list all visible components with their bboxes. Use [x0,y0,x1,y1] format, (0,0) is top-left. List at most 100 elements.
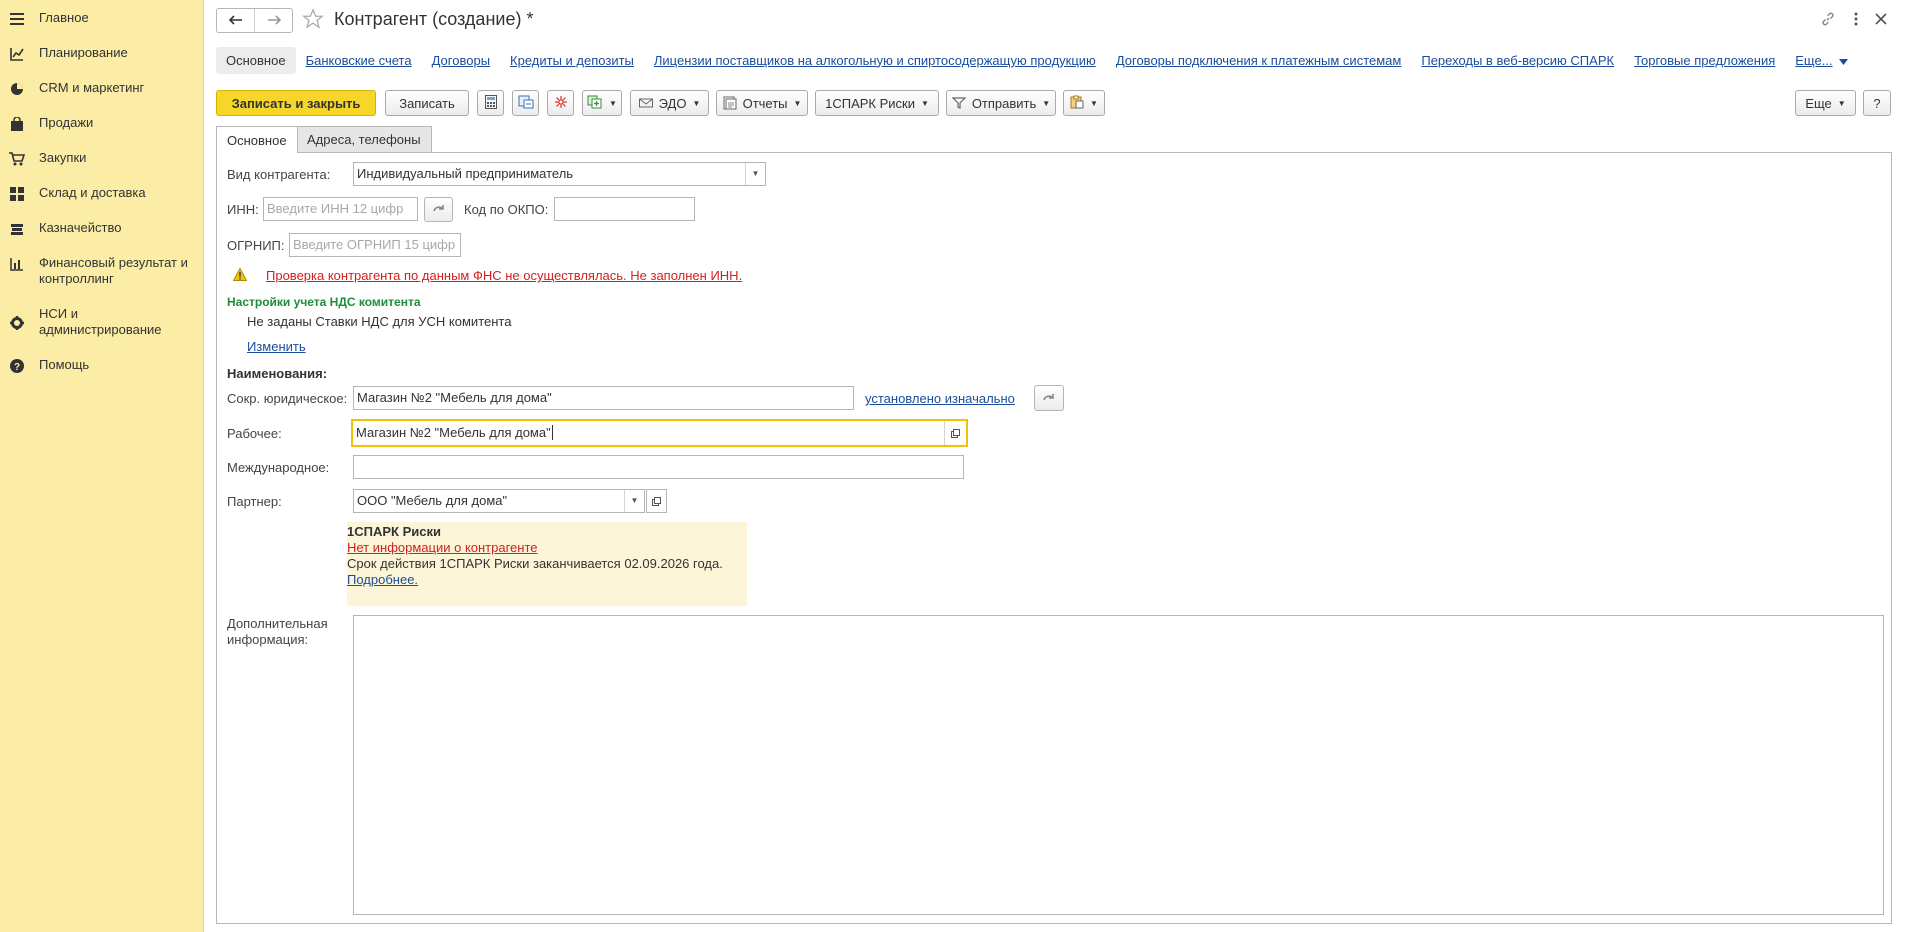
related-documents-icon [554,95,568,112]
short-name-status-link[interactable]: установлено изначально [865,391,1015,406]
fns-check-warning-link[interactable]: Проверка контрагента по данным ФНС не ос… [266,268,742,283]
links-more[interactable]: Еще... [1795,53,1832,68]
sidebar-item-sales[interactable]: Продажи [0,115,204,132]
work-name-value: Магазин №2 "Мебель для дома" [356,425,551,440]
sidebar-item-label: Финансовый результат и контроллинг [39,255,188,286]
link-main-active[interactable]: Основное [216,46,296,74]
page-title: Контрагент (создание) * [334,9,534,29]
open-form-icon[interactable] [944,421,966,445]
sidebar-item-main[interactable]: Главное [0,10,204,27]
link-icon[interactable] [1819,10,1837,28]
caret-down-icon: ▼ [1090,98,1098,108]
arrow-right-icon [267,13,281,28]
main-area: Контрагент (создание) * Основное Банковс… [204,0,1907,932]
work-name-input[interactable]: Магазин №2 "Мебель для дома" [351,419,968,447]
close-icon[interactable] [1872,10,1890,28]
edo-icon [638,97,653,109]
kind-select[interactable]: Индивидуальный предприниматель ▼ [353,162,766,186]
history-nav [216,8,293,33]
okpo-label: Код по ОКПО: [464,202,549,217]
sidebar-item-label: Казначейство [39,220,122,235]
intl-name-label: Международное: [227,460,330,475]
send-icon [951,97,966,109]
spark-more-link[interactable]: Подробнее. [347,572,747,588]
tab-addresses[interactable]: Адреса, телефоны [296,126,432,152]
triangle-down-icon[interactable] [1838,53,1848,68]
save-and-close-button[interactable]: Записать и закрыть [216,90,376,116]
spark-risks-panel: 1СПАРК Риски Нет информации о контрагент… [347,522,747,606]
kind-label: Вид контрагента: [227,167,331,182]
link-payment-contracts[interactable]: Договоры подключения к платежным система… [1116,53,1402,68]
shopping-bag-icon [9,116,25,132]
sidebar-item-label: Главное [39,10,89,25]
link-contracts[interactable]: Договоры [432,53,490,68]
dropdown-icon[interactable]: ▼ [624,490,644,512]
spark-risks-button[interactable]: 1СПАРК Риски ▼ [815,90,939,116]
ogrnip-input[interactable]: Введите ОГРНИП 15 цифр [289,233,461,257]
create-based-on-button[interactable]: ▼ [582,90,622,116]
link-licenses[interactable]: Лицензии поставщиков на алкогольную и сп… [654,53,1096,68]
sidebar: Главное Планирование CRM и маркетинг Про… [0,0,204,932]
link-trade-offers[interactable]: Торговые предложения [1634,53,1775,68]
document-structure-button[interactable] [512,90,539,116]
calculator-button[interactable] [477,90,504,116]
help-icon: ? [9,358,25,374]
caret-down-icon: ▼ [609,98,617,108]
short-name-input[interactable]: Магазин №2 "Мебель для дома" [353,386,854,410]
reports-button[interactable]: Отчеты ▼ [716,90,808,116]
pie-chart-icon [9,81,25,97]
tab-main[interactable]: Основное [216,126,298,153]
sidebar-item-help[interactable]: ? Помощь [0,357,204,374]
send-button[interactable]: Отправить ▼ [946,90,1056,116]
partner-select[interactable]: ООО "Мебель для дома" ▼ [353,489,645,513]
sidebar-item-warehouse[interactable]: Склад и доставка [0,185,204,202]
print-clipboard-icon [1070,95,1084,112]
sidebar-item-finance[interactable]: Финансовый результат и контроллинг [0,255,204,287]
extra-info-textarea[interactable] [353,615,1884,915]
vat-change-link[interactable]: Изменить [247,339,306,354]
okpo-input[interactable] [554,197,695,221]
link-bank-accounts[interactable]: Банковские счета [306,53,412,68]
inn-label: ИНН: [227,202,259,217]
caret-down-icon: ▼ [920,98,929,108]
save-button[interactable]: Записать [385,90,469,116]
send-label: Отправить [971,95,1037,111]
sidebar-item-admin[interactable]: НСИ и администрирование [0,306,204,338]
arrow-left-icon [228,13,243,28]
favorite-star-icon[interactable] [302,8,324,33]
partner-open-button[interactable] [646,489,667,513]
open-form-icon [652,494,661,509]
forward-button[interactable] [255,9,292,32]
link-spark-web[interactable]: Переходы в веб-версию СПАРК [1421,53,1614,68]
caret-down-icon: ▼ [692,98,701,108]
ogrnip-label: ОГРНИП: [227,238,285,253]
vat-settings-text: Не заданы Ставки НДС для УСН комитента [247,314,512,329]
partner-label: Партнер: [227,494,282,509]
spark-no-info-link[interactable]: Нет информации о контрагенте [347,540,747,556]
print-button[interactable]: ▼ [1063,90,1105,116]
related-documents-button[interactable] [547,90,574,116]
dropdown-icon[interactable]: ▼ [745,163,765,185]
short-name-fill-button[interactable] [1034,385,1064,411]
sidebar-item-treasury[interactable]: Казначейство [0,220,204,237]
sidebar-item-label: Продажи [39,115,94,130]
sidebar-item-planning[interactable]: Планирование [0,45,204,62]
more-actions-label: Еще [1805,95,1832,111]
create-based-on-icon [587,95,603,112]
treasury-icon [9,221,25,237]
spark-expiry-text: Срок действия 1СПАРК Риски заканчивается… [347,556,723,571]
back-button[interactable] [217,9,255,32]
calculator-icon [484,94,497,112]
edo-button[interactable]: ЭДО ▼ [630,90,709,116]
sidebar-item-crm[interactable]: CRM и маркетинг [0,80,204,97]
link-credits[interactable]: Кредиты и депозиты [510,53,634,68]
more-actions-button[interactable]: Еще ▼ [1795,90,1856,116]
more-vertical-icon[interactable] [1847,10,1865,28]
inn-input[interactable]: Введите ИНН 12 цифр [263,197,418,221]
sidebar-item-purchases[interactable]: Закупки [0,150,204,167]
help-button[interactable]: ? [1863,90,1891,116]
inn-fill-button[interactable] [424,197,453,222]
partner-value: ООО "Мебель для дома" [357,493,508,508]
caret-down-icon: ▼ [1042,98,1051,108]
intl-name-input[interactable] [353,455,964,479]
